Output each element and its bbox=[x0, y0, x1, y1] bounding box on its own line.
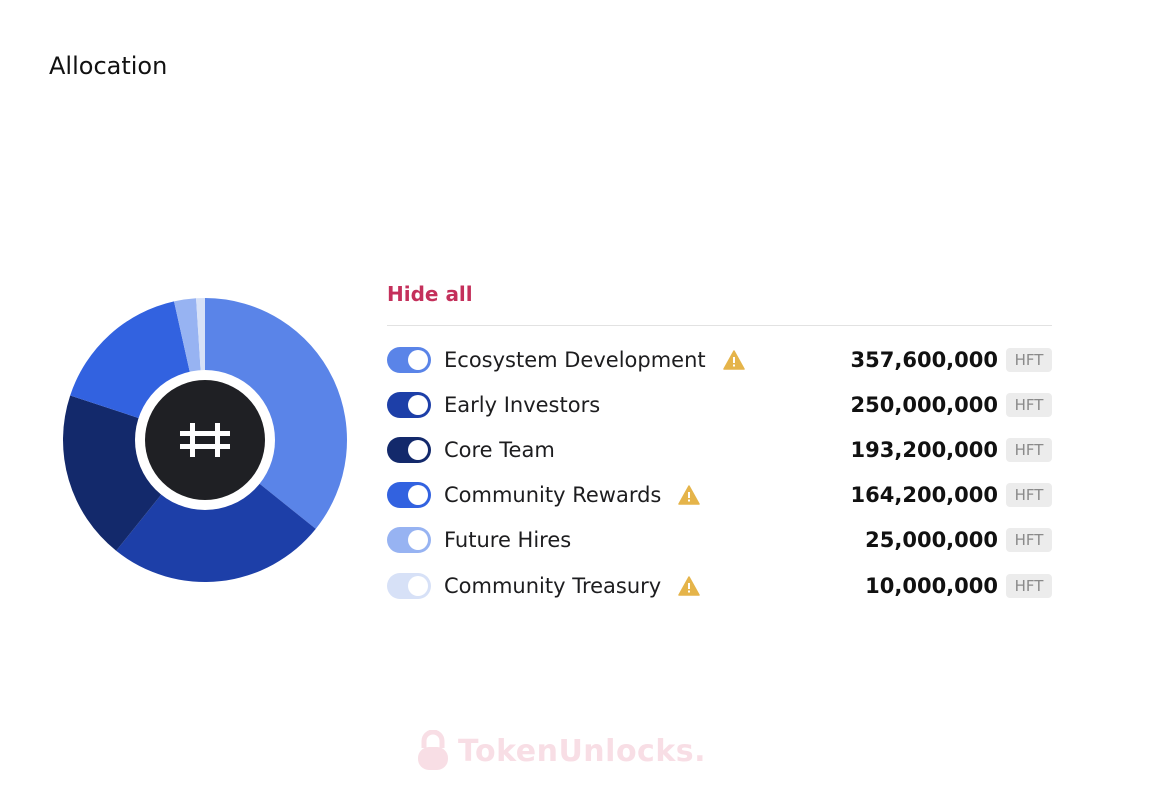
unit-badge: HFT bbox=[1006, 528, 1052, 553]
token-unlocks-watermark: TokenUnlocks. bbox=[416, 730, 706, 772]
logo-background bbox=[145, 380, 265, 500]
unit-badge: HFT bbox=[1006, 437, 1052, 462]
legend-row: Future Hires 25,000,000 HFT bbox=[387, 518, 1052, 563]
unit-badge: HFT bbox=[1006, 392, 1052, 417]
legend-toggle[interactable] bbox=[387, 572, 431, 599]
legend-row: Ecosystem Development 357,600,000 HFT bbox=[387, 337, 1052, 382]
legend-toggle[interactable] bbox=[387, 482, 431, 509]
legend-label: Future Hires bbox=[444, 528, 572, 553]
legend-label: Community Treasury bbox=[444, 573, 662, 598]
page-title: Allocation bbox=[49, 52, 168, 80]
warning-triangle-icon[interactable] bbox=[722, 349, 745, 370]
legend-amount: 357,600,000 bbox=[850, 347, 998, 372]
toggle-knob bbox=[408, 575, 428, 596]
toggle-knob bbox=[408, 530, 428, 551]
legend-toggle[interactable] bbox=[387, 527, 431, 554]
toggle-knob bbox=[408, 439, 428, 460]
unit-badge: HFT bbox=[1006, 573, 1052, 598]
legend-row: Community Treasury 10,000,000 HFT bbox=[387, 563, 1052, 608]
warning-triangle-icon[interactable] bbox=[678, 485, 701, 505]
toggle-knob bbox=[408, 349, 428, 370]
legend-label: Ecosystem Development bbox=[444, 347, 706, 372]
unit-badge: HFT bbox=[1006, 347, 1052, 372]
legend-amount: 25,000,000 bbox=[865, 528, 998, 553]
allocation-page: Allocation Hide all Ecosystem Developmen… bbox=[0, 0, 1152, 799]
legend-amount: 10,000,000 bbox=[865, 573, 998, 598]
legend-label: Community Rewards bbox=[444, 483, 662, 508]
watermark-text: TokenUnlocks. bbox=[458, 733, 707, 769]
legend-amount: 193,200,000 bbox=[850, 437, 998, 462]
toggle-knob bbox=[408, 394, 428, 415]
legend-toggle[interactable] bbox=[387, 346, 431, 373]
legend-row: Community Rewards 164,200,000 HFT bbox=[387, 473, 1052, 518]
warning-triangle-icon[interactable] bbox=[678, 575, 700, 596]
allocation-legend: Ecosystem Development 357,600,000 HFT Early… bbox=[387, 337, 1052, 608]
legend-toggle[interactable] bbox=[387, 391, 431, 418]
legend-amount: 164,200,000 bbox=[850, 483, 998, 508]
legend-label: Core Team bbox=[444, 437, 555, 462]
toggle-knob bbox=[408, 485, 428, 506]
legend-row: Core Team 193,200,000 HFT bbox=[387, 427, 1052, 472]
legend-amount: 250,000,000 bbox=[850, 392, 998, 417]
center-logo bbox=[135, 370, 275, 510]
legend-row: Early Investors 250,000,000 HFT bbox=[387, 382, 1052, 427]
legend-divider bbox=[387, 325, 1052, 326]
hashflow-logo-icon bbox=[180, 423, 230, 457]
padlock-icon bbox=[418, 730, 448, 770]
unit-badge: HFT bbox=[1006, 483, 1052, 508]
legend-label: Early Investors bbox=[444, 392, 601, 417]
hide-all-button[interactable]: Hide all bbox=[387, 282, 473, 306]
legend-toggle[interactable] bbox=[387, 436, 431, 463]
allocation-donut-chart bbox=[62, 297, 348, 583]
